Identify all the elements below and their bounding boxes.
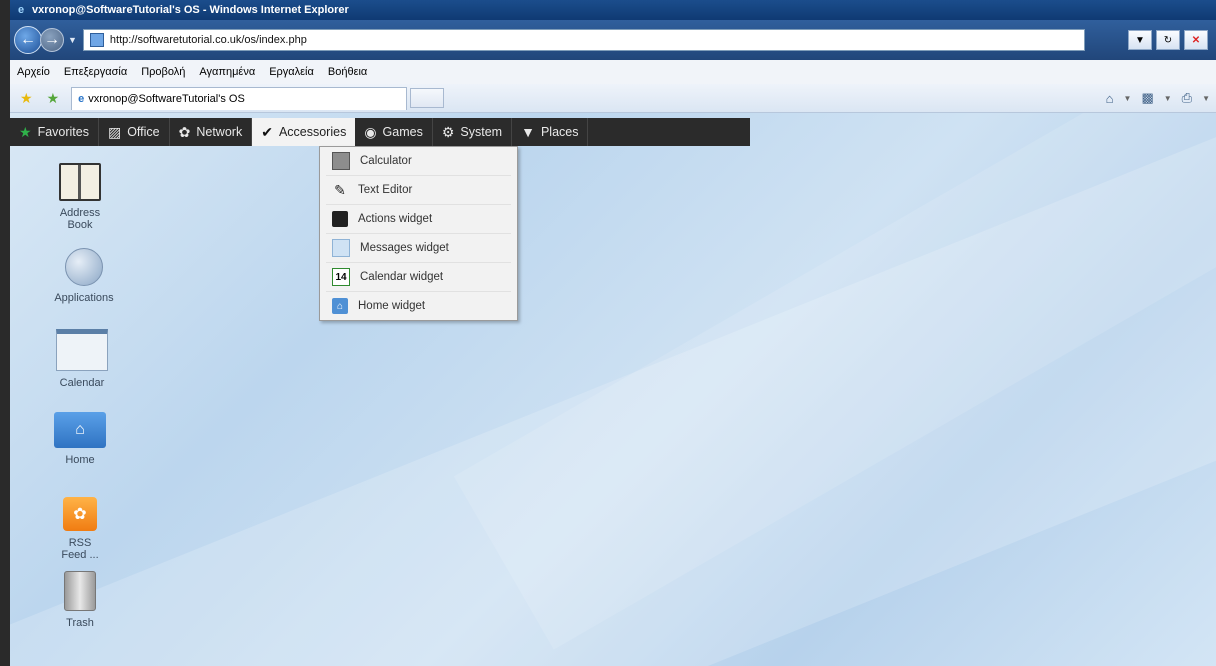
new-tab-button[interactable] (410, 88, 445, 108)
command-bar: ⌂ ▼ ▩ ▼ ⎙ ▼ (1106, 90, 1210, 106)
address-controls: ▼ ↻ ✕ (1128, 30, 1208, 50)
menu-item-label: Actions widget (358, 213, 433, 225)
desktop-icon-label: Home (65, 454, 95, 466)
browser-tab[interactable]: e vxronop@SoftwareTutorial's OS (71, 86, 408, 110)
desktop-icon-rss-feed[interactable]: ✿ RSS Feed ... (44, 497, 116, 561)
menu-accessories[interactable]: ✔ Accessories (252, 118, 356, 146)
envelope-icon (332, 239, 350, 257)
recent-pages-dropdown-icon[interactable]: ▼ (68, 35, 77, 45)
print-dropdown-icon[interactable]: ▼ (1202, 94, 1210, 103)
browser-menu-bar: Αρχείο Επεξεργασία Προβολή Αγαπημένα Εργ… (10, 60, 1216, 85)
star-icon: ★ (19, 123, 32, 140)
page-icon (89, 33, 104, 47)
address-book-icon (59, 163, 101, 201)
menu-games-label: Games (382, 125, 423, 139)
menu-item-label: Calculator (360, 155, 412, 167)
back-button[interactable]: ← (14, 26, 42, 54)
address-dropdown-button[interactable]: ▼ (1128, 30, 1152, 50)
ie-tab-icon: e (78, 92, 85, 105)
menu-tools[interactable]: Εργαλεία (262, 66, 321, 78)
menu-file[interactable]: Αρχείο (10, 66, 57, 78)
pen-icon: ✎ (334, 181, 346, 198)
menu-accessories-label: Accessories (278, 125, 347, 139)
os-desktop: ★ Favorites ▨ Office ✿ Network ✔ Accesso… (10, 113, 1216, 666)
forward-button[interactable]: → (40, 28, 64, 52)
menu-item-messages-widget[interactable]: Messages widget (326, 234, 511, 263)
add-favorites-icon[interactable]: ★ (47, 90, 60, 107)
calendar-icon: 14 (332, 268, 350, 286)
stop-button[interactable]: ✕ (1184, 30, 1208, 50)
desktop-icon-label: RSS (68, 537, 92, 549)
home-icon: ⌂ (332, 298, 348, 314)
feeds-icon[interactable]: ▩ (1141, 90, 1153, 106)
ie-logo-icon: e (17, 4, 25, 16)
folder-icon: ▼ (521, 124, 535, 140)
gear-icon: ⚙ (441, 123, 455, 140)
address-bar[interactable]: http://softwaretutorial.co.uk/os/index.p… (82, 29, 1085, 51)
menu-office-label: Office (127, 125, 160, 139)
menu-item-actions-widget[interactable]: Actions widget (326, 205, 511, 234)
window-title: vxronop@SoftwareTutorial's OS - Windows … (32, 4, 349, 16)
menu-system-label: System (460, 125, 503, 139)
window-left-edge (0, 0, 10, 666)
print-icon[interactable]: ⎙ (1182, 90, 1192, 106)
check-circle-icon: ✔ (261, 123, 273, 140)
desktop-icon-label: Book (67, 219, 93, 231)
desktop-icon-address-book[interactable]: Address Book (44, 163, 116, 231)
terminal-icon (332, 211, 348, 227)
menu-item-label: Text Editor (358, 184, 413, 196)
menu-favorites[interactable]: Αγαπημένα (192, 66, 262, 78)
refresh-button[interactable]: ↻ (1156, 30, 1180, 50)
rss-icon: ✿ (63, 497, 97, 531)
feeds-dropdown-icon[interactable]: ▼ (1164, 94, 1172, 103)
browser-tab-bar: ★ ★ e vxronop@SoftwareTutorial's OS ⌂ ▼ ▩… (10, 84, 1216, 113)
menu-office[interactable]: ▨ Office (99, 118, 170, 146)
tab-title: vxronop@SoftwareTutorial's OS (88, 92, 245, 105)
menu-network[interactable]: ✿ Network (170, 118, 253, 146)
window-title-bar: e vxronop@SoftwareTutorial's OS - Window… (10, 0, 1216, 20)
menu-item-text-editor[interactable]: ✎ Text Editor (326, 176, 511, 205)
accessories-dropdown: Calculator ✎ Text Editor Actions widget … (319, 146, 518, 321)
desktop-icon-label: Applications (54, 292, 114, 304)
favorites-star-icon[interactable]: ★ (20, 90, 33, 107)
menu-games[interactable]: ◉ Games (355, 118, 433, 146)
navigation-bar: ← → ▼ http://softwaretutorial.co.uk/os/i… (10, 20, 1216, 60)
menu-edit[interactable]: Επεξεργασία (57, 66, 134, 78)
desktop-icon-label: Trash (66, 617, 94, 629)
menu-places-label: Places (540, 125, 579, 139)
menu-view[interactable]: Προβολή (134, 66, 192, 78)
menu-item-home-widget[interactable]: ⌂ Home widget (326, 292, 511, 320)
calendar-icon (56, 329, 108, 371)
home-icon[interactable]: ⌂ (1106, 91, 1114, 106)
desktop-icon-label: Calendar (59, 377, 105, 389)
desktop-icon-home[interactable]: ⌂ Home (44, 412, 116, 466)
desktop-icon-applications[interactable]: Applications (48, 248, 120, 304)
menu-item-label: Calendar widget (360, 271, 444, 283)
briefcase-icon: ▨ (107, 123, 122, 140)
calculator-icon (332, 152, 350, 170)
desktop-icon-calendar[interactable]: Calendar (46, 329, 118, 389)
home-dropdown-icon[interactable]: ▼ (1124, 94, 1132, 103)
applications-icon (65, 248, 103, 286)
rss-icon: ✿ (178, 123, 191, 140)
menu-item-label: Home widget (358, 300, 426, 312)
menu-item-calendar-widget[interactable]: 14 Calendar widget (326, 263, 511, 292)
menu-places[interactable]: ▼ Places (512, 118, 589, 146)
trash-icon (64, 571, 96, 611)
menu-favorites[interactable]: ★ Favorites (10, 118, 99, 146)
desktop-icon-trash[interactable]: Trash (44, 571, 116, 629)
os-menu-bar: ★ Favorites ▨ Office ✿ Network ✔ Accesso… (10, 118, 750, 146)
gamepad-icon: ◉ (364, 123, 377, 140)
menu-favorites-label: Favorites (37, 125, 89, 139)
menu-item-label: Messages widget (360, 242, 449, 254)
home-folder-icon: ⌂ (54, 412, 106, 448)
menu-system[interactable]: ⚙ System (433, 118, 513, 146)
menu-network-label: Network (196, 125, 243, 139)
menu-item-calculator[interactable]: Calculator (326, 147, 511, 176)
menu-help[interactable]: Βοήθεια (321, 66, 374, 78)
desktop-icon-label: Feed ... (61, 549, 99, 561)
desktop-icon-label: Address (59, 207, 101, 219)
address-url[interactable]: http://softwaretutorial.co.uk/os/index.p… (110, 34, 307, 46)
